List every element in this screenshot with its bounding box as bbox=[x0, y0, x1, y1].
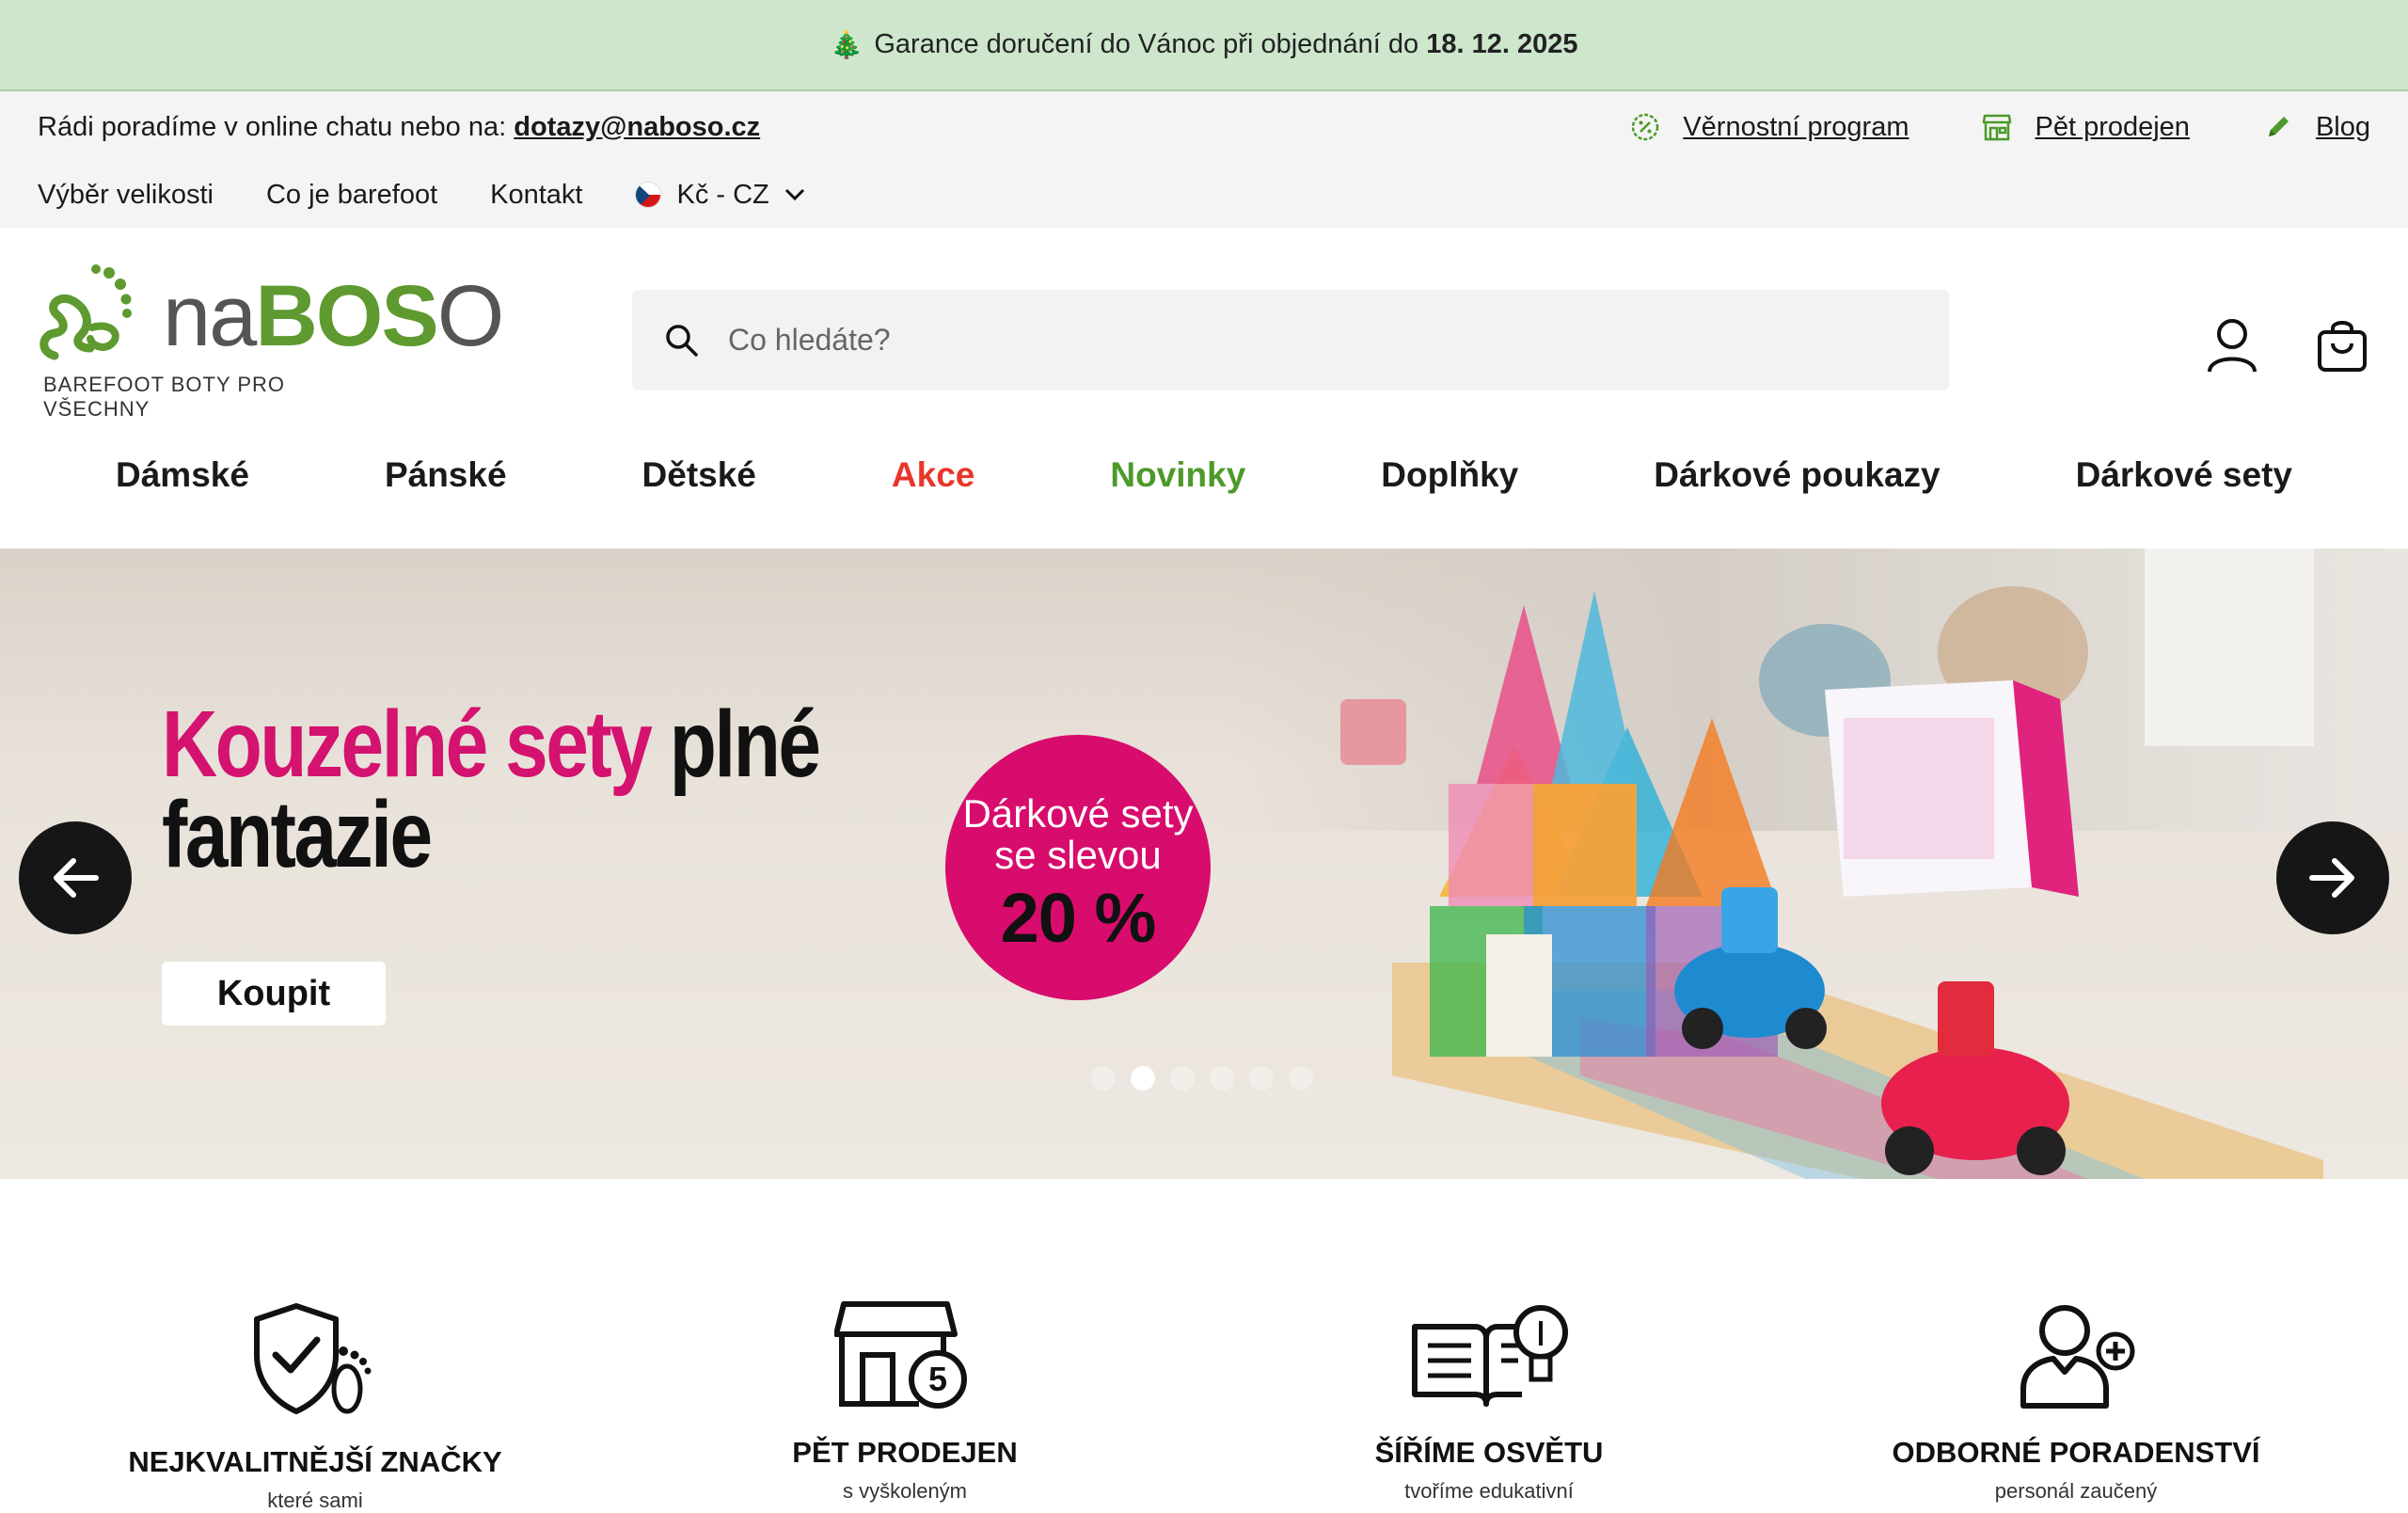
chevron-down-icon bbox=[784, 188, 804, 201]
buy-button[interactable]: Koupit bbox=[162, 962, 386, 1026]
size-selection-link[interactable]: Výběr velikosti bbox=[38, 180, 214, 211]
promo-bar: 🎄 Garance doručení do Vánoc při objednán… bbox=[0, 0, 2408, 91]
currency-selector[interactable]: Kč - CZ bbox=[635, 180, 804, 211]
nav-gift-vouchers[interactable]: Dárkové poukazy bbox=[1586, 455, 2007, 495]
naboso-logo[interactable]: naBOSO BAREFOOT BOTY PRO VŠECHNY bbox=[36, 262, 504, 421]
feature-subtitle: s vyškoleným bbox=[842, 1479, 968, 1503]
badge-line2: se slevou bbox=[994, 833, 1162, 877]
search-bar bbox=[632, 290, 1949, 390]
logo-tagline: BAREFOOT BOTY PRO VŠECHNY bbox=[43, 373, 286, 421]
headline-dark-2: fantazie bbox=[162, 782, 433, 887]
email-link[interactable]: dotazy@naboso.cz bbox=[514, 112, 760, 142]
main-navigation: Dámské Pánské Dětské Akce Novinky Doplňk… bbox=[0, 442, 2408, 508]
chat-contact: Rádi poradíme v online chatu nebo na: do… bbox=[38, 112, 760, 143]
contact-link[interactable]: Kontakt bbox=[490, 180, 582, 211]
nav-sale[interactable]: Akce bbox=[824, 455, 1042, 495]
pencil-icon bbox=[2268, 117, 2289, 136]
carousel-next-button[interactable] bbox=[2276, 821, 2389, 934]
blog-label: Blog bbox=[2315, 111, 2370, 142]
christmas-tree-icon: 🎄 bbox=[830, 30, 863, 59]
promo-text: Garance doručení do Vánoc při objednání … bbox=[874, 29, 1419, 59]
feature-subtitle: personál zaučený bbox=[1994, 1479, 2158, 1503]
nav-gift-sets[interactable]: Dárkové sety bbox=[2008, 455, 2360, 495]
feature-title: ŠÍŘÍME OSVĚTU bbox=[1374, 1436, 1604, 1469]
footprint-logo-icon bbox=[40, 264, 132, 360]
nav-kids[interactable]: Dětské bbox=[575, 455, 824, 495]
search-icon[interactable] bbox=[664, 323, 700, 358]
what-is-barefoot-link[interactable]: Co je barefoot bbox=[266, 180, 437, 211]
currency-label: Kč - CZ bbox=[676, 179, 769, 210]
person-plus-icon bbox=[2020, 1305, 2135, 1409]
nav-accessories[interactable]: Doplňky bbox=[1313, 455, 1586, 495]
nav-new-arrivals[interactable]: Novinky bbox=[1042, 455, 1313, 495]
shield-check-footprint-icon bbox=[254, 1303, 372, 1414]
carousel-dot[interactable] bbox=[1091, 1066, 1116, 1091]
utility-bar: Rádi poradíme v online chatu nebo na: do… bbox=[0, 91, 2408, 228]
hero-toys-image bbox=[1340, 586, 2323, 1179]
carousel-prev-button[interactable] bbox=[19, 821, 132, 934]
store-five-icon: 5 bbox=[834, 1301, 967, 1409]
arrow-left-icon bbox=[54, 858, 99, 898]
five-stores-link[interactable]: Pět prodejen bbox=[1982, 111, 2190, 143]
store-icon bbox=[1983, 114, 2012, 141]
carousel-dot[interactable] bbox=[1289, 1066, 1313, 1091]
carousel-dot[interactable] bbox=[1170, 1066, 1195, 1091]
hero-carousel: Kouzelné sety plné fantazie Koupit Dárko… bbox=[0, 549, 2408, 1179]
feature-expert-advice: ODBORNÉ PORADENSTVÍ personál zaučený bbox=[1888, 1298, 2264, 1504]
logo-wordmark: naBOSO bbox=[163, 268, 504, 364]
feature-five-stores: 5 PĚT PRODEJEN s vyškoleným bbox=[717, 1298, 1093, 1504]
badge-line1: Dárkové sety bbox=[962, 791, 1194, 836]
carousel-dots bbox=[1091, 1066, 1313, 1091]
czech-flag-icon bbox=[635, 182, 662, 208]
feature-title: PĚT PRODEJEN bbox=[792, 1436, 1018, 1469]
arrow-right-icon bbox=[2309, 858, 2354, 898]
carousel-dot[interactable] bbox=[1210, 1066, 1234, 1091]
feature-quality-brands: NEJKVALITNĚJŠÍ ZNAČKY které sami bbox=[127, 1298, 503, 1513]
headline-dark-1: plné bbox=[669, 692, 821, 797]
feature-title: ODBORNÉ PORADENSTVÍ bbox=[1892, 1436, 2260, 1469]
user-account-icon[interactable] bbox=[2206, 317, 2258, 374]
loyalty-program-link[interactable]: Věrnostní program bbox=[1630, 112, 1909, 143]
chat-text: Rádi poradíme v online chatu nebo na: bbox=[38, 111, 507, 142]
site-header: naBOSO BAREFOOT BOTY PRO VŠECHNY bbox=[0, 228, 2408, 421]
feature-education: ŠÍŘÍME OSVĚTU tvoříme edukativní bbox=[1301, 1298, 1677, 1504]
loyalty-percent-icon bbox=[1632, 113, 1659, 141]
book-lightbulb-icon bbox=[1412, 1305, 1568, 1407]
svg-text:5: 5 bbox=[928, 1360, 947, 1398]
feature-title: NEJKVALITNĚJŠÍ ZNAČKY bbox=[128, 1445, 502, 1478]
nav-womens[interactable]: Dámské bbox=[48, 455, 317, 495]
carousel-dot[interactable] bbox=[1131, 1066, 1155, 1091]
shopping-bag-icon[interactable] bbox=[2316, 317, 2368, 374]
badge-discount: 20 % bbox=[1000, 879, 1157, 957]
promo-date: 18. 12. 2025 bbox=[1426, 29, 1578, 59]
feature-subtitle: které sami bbox=[267, 1489, 363, 1512]
loyalty-program-label: Věrnostní program bbox=[1683, 111, 1909, 142]
five-stores-label: Pět prodejen bbox=[2035, 111, 2190, 142]
search-input[interactable] bbox=[728, 323, 1857, 358]
discount-badge: Dárkové sety se slevou 20 % bbox=[945, 735, 1211, 1000]
features-section: NEJKVALITNĚJŠÍ ZNAČKY které sami 5 PĚT P… bbox=[0, 1298, 2408, 1512]
carousel-dot[interactable] bbox=[1249, 1066, 1274, 1091]
blog-link[interactable]: Blog bbox=[2263, 112, 2370, 143]
nav-mens[interactable]: Pánské bbox=[317, 455, 575, 495]
feature-subtitle: tvoříme edukativní bbox=[1404, 1479, 1574, 1503]
hero-headline: Kouzelné sety plné fantazie bbox=[162, 697, 856, 882]
